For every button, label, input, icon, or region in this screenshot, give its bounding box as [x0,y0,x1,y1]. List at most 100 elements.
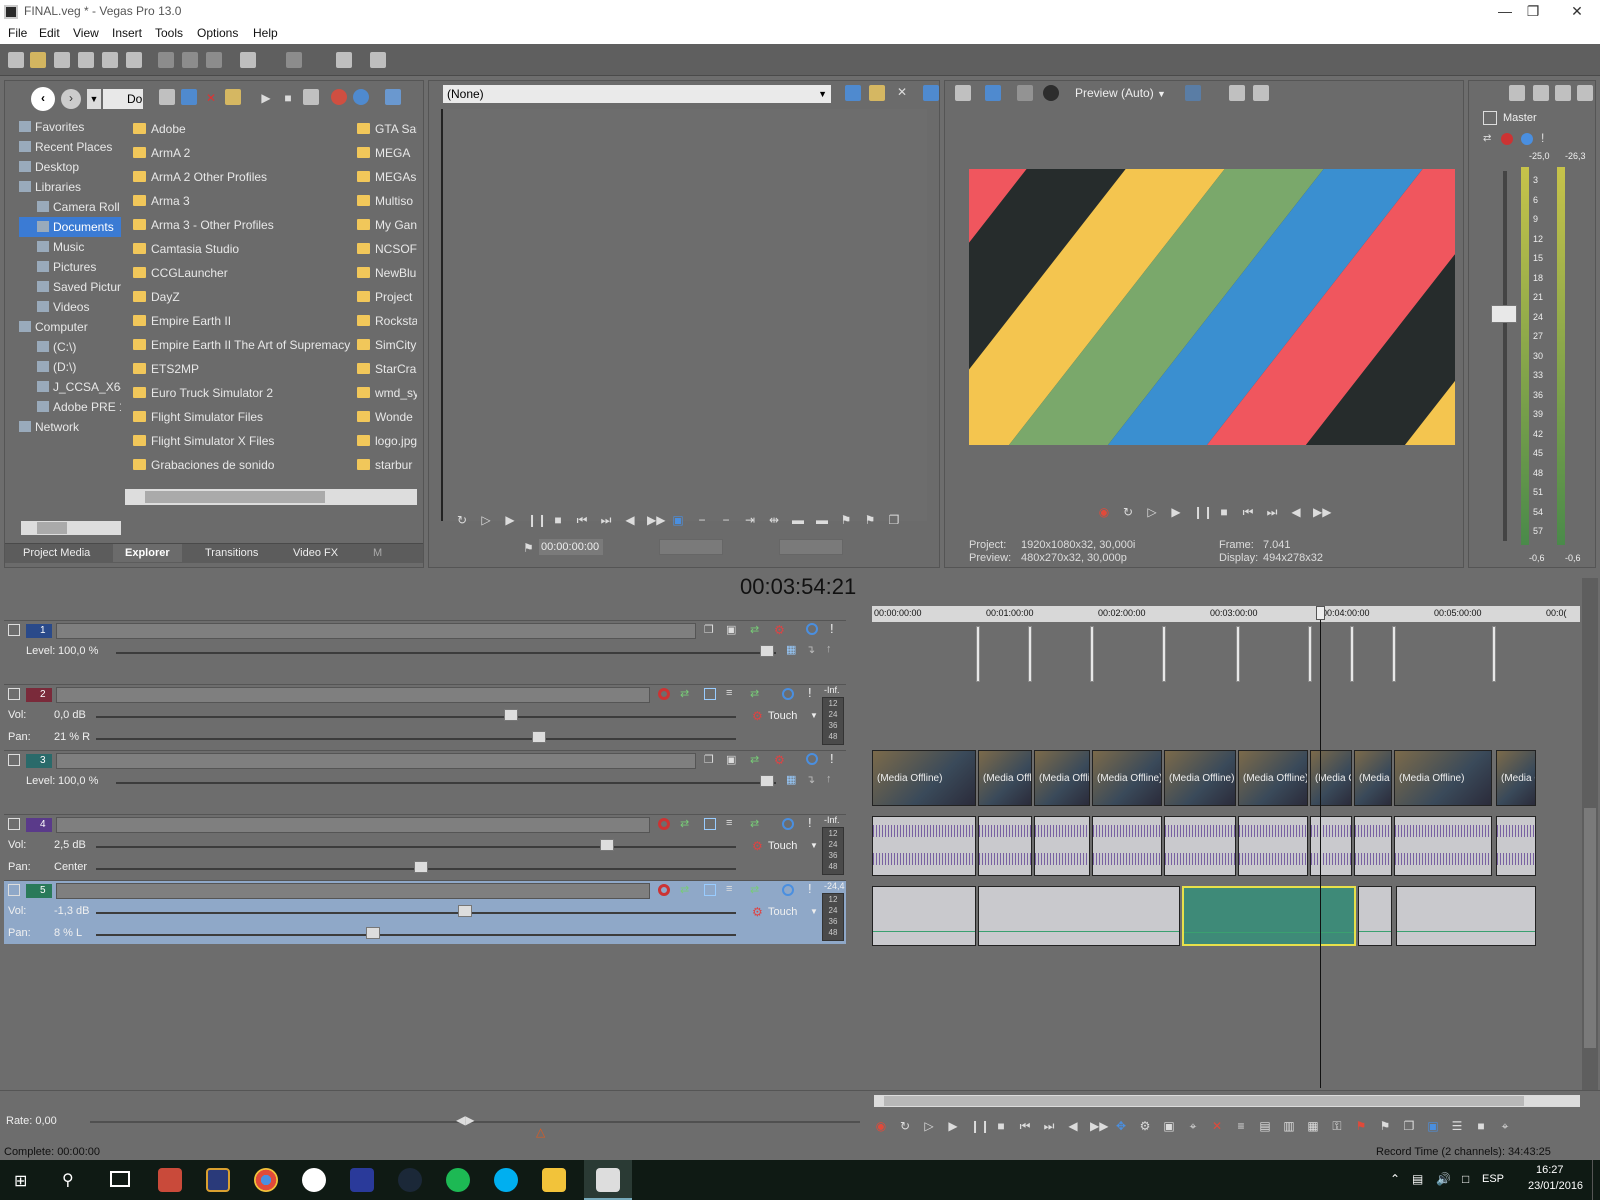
envelope-icon[interactable]: ⚙ [1138,1119,1152,1133]
trimmer-view[interactable] [441,109,927,521]
audio-clip[interactable] [1092,816,1162,876]
track-2[interactable]: 2 ⇄ ≡ ⇄! Vol: 0,0 dB Pan: 21 % R ⚙ Touch ▼ -Inf. 12 2… [4,684,846,748]
snap-icon[interactable]: ▦ [1306,1119,1320,1133]
timeline-timecode[interactable]: 00:03:54:21 [740,574,856,600]
file-item[interactable]: CCGLauncher [133,261,353,285]
track-solo-icon[interactable]: ! [830,751,834,766]
add-to-timeline-icon[interactable] [869,85,885,101]
tree-item[interactable]: Recent Places [19,137,121,157]
stop-icon[interactable]: ■ [994,1119,1008,1133]
play-from-start-icon[interactable]: ▷ [922,1119,936,1133]
master-fx-icon[interactable] [1501,133,1513,145]
timeline-vscroll-thumb[interactable] [1584,808,1596,1048]
playhead-handle[interactable] [1316,606,1325,620]
get-media-icon[interactable] [331,89,347,105]
tray-chevron-icon[interactable]: ⌃ [1390,1172,1400,1186]
open-icon[interactable] [30,52,46,68]
trim-out-icon[interactable]: − [719,513,733,527]
file-item[interactable]: MEGA [357,141,417,165]
event-select-icon[interactable]: ▣ [1426,1119,1440,1133]
menu-tools[interactable]: Tools [155,26,183,40]
menu-edit[interactable]: Edit [39,26,60,40]
track-automation-mode[interactable]: Touch [768,906,797,918]
windows-start-icon[interactable]: ⊞ [14,1171,32,1190]
file-list-hscrollbar[interactable] [125,489,417,505]
file-item[interactable]: ArmA 2 Other Profiles [133,165,353,189]
file-item[interactable]: My Gan [357,213,417,237]
tree-item[interactable]: Pictures [19,257,121,277]
track-child-icon[interactable]: ↑ [826,773,832,785]
file-item[interactable]: SimCity [357,333,417,357]
transition-marker[interactable] [1090,626,1094,682]
track-collapse-icon[interactable] [8,624,20,636]
chevron-down-icon[interactable]: ▼ [810,907,818,916]
track-number[interactable]: 3 [26,754,52,768]
file-item[interactable]: Euro Truck Simulator 2 [133,381,353,405]
audio-clip[interactable] [1238,816,1308,876]
track-pan-crop-icon[interactable]: ▣ [726,753,736,766]
input-language[interactable]: ESP [1482,1173,1504,1185]
step-back-icon[interactable]: ◀ [1066,1119,1080,1133]
envelope-tool-icon[interactable] [370,52,386,68]
track-expand-icon[interactable]: ▦ [786,643,796,656]
tree-item[interactable]: Desktop [19,157,121,177]
track-name-field[interactable] [56,883,650,899]
audio-clip[interactable] [1396,886,1536,946]
track-3-lane[interactable]: (Media Offline) (Media Offline) (Media Off… [872,750,1580,814]
video-clip[interactable]: (Media Offline) [1496,750,1536,806]
stop-icon[interactable]: ■ [551,513,565,527]
transition-marker[interactable] [1492,626,1496,682]
menu-view[interactable]: View [73,26,99,40]
file-item[interactable]: Empire Earth II [133,309,353,333]
tab-more[interactable]: M [373,544,382,562]
preview-quality-dropdown[interactable]: Preview (Auto) ▼ [1075,86,1166,100]
audio-clip-selected[interactable] [1182,886,1356,946]
game-app-icon[interactable] [350,1168,374,1192]
track-composite-icon[interactable]: ⇄ [750,623,759,636]
tree-hscrollbar[interactable] [21,521,121,535]
notification-icon[interactable]: □ [1462,1172,1469,1186]
tab-video-fx[interactable]: Video FX [293,544,338,562]
search-icon[interactable]: ⚲ [62,1170,74,1190]
track-collapse-icon[interactable] [8,818,20,830]
track-motion-icon[interactable]: ❐ [704,623,714,636]
properties-icon[interactable] [126,52,142,68]
track-parent-icon[interactable]: ↴ [806,773,815,786]
auto-ripple-icon[interactable]: ■ [1474,1119,1488,1133]
master-checkbox[interactable] [1483,111,1497,125]
ripple-icon[interactable]: ▥ [1282,1119,1296,1133]
chevron-down-icon[interactable]: ▼ [810,711,818,720]
step-back-icon[interactable]: ◀ [623,513,637,527]
master-fader-knob[interactable] [1491,305,1517,323]
step-forward-icon[interactable]: ▶▶ [647,513,665,527]
track-automation-icon[interactable]: ≡ [726,883,732,895]
undo-icon[interactable] [240,52,256,68]
track-automation-mode[interactable]: Touch [768,840,797,852]
popcorn-app-icon[interactable] [158,1168,182,1192]
track-pan-knob[interactable] [414,861,428,873]
league-app-icon[interactable] [206,1168,230,1192]
play-icon[interactable]: ▶ [1169,505,1183,519]
file-item[interactable]: Flight Simulator Files [133,405,353,429]
video-clip[interactable]: (Media Offline) [1034,750,1090,806]
file-item[interactable]: Project [357,285,417,309]
ripple-edit-icon[interactable]: ☰ [1450,1119,1464,1133]
mixer-icon-1[interactable] [1509,85,1525,101]
address-field[interactable]: Do [103,89,143,109]
transition-marker[interactable] [1162,626,1166,682]
tree-item[interactable]: Libraries [19,177,121,197]
tree-item[interactable]: Favorites [19,117,121,137]
steam-app-icon[interactable] [398,1168,422,1192]
file-explorer-app-icon[interactable] [542,1168,566,1192]
mixer-icon-3[interactable] [1555,85,1571,101]
overlays-icon[interactable] [1185,85,1201,101]
track-solo-icon[interactable]: ! [808,815,812,830]
auto-preview-icon[interactable] [303,89,319,105]
file-item[interactable]: Camtasia Studio [133,237,353,261]
track-pan-crop-icon[interactable]: ▣ [726,623,736,636]
audio-clip[interactable] [1164,816,1236,876]
copy-icon[interactable] [182,52,198,68]
menu-help[interactable]: Help [253,26,278,40]
video-clip[interactable]: (Media Offline) [872,750,976,806]
track-fx-icon[interactable]: ⚙ [774,753,785,767]
